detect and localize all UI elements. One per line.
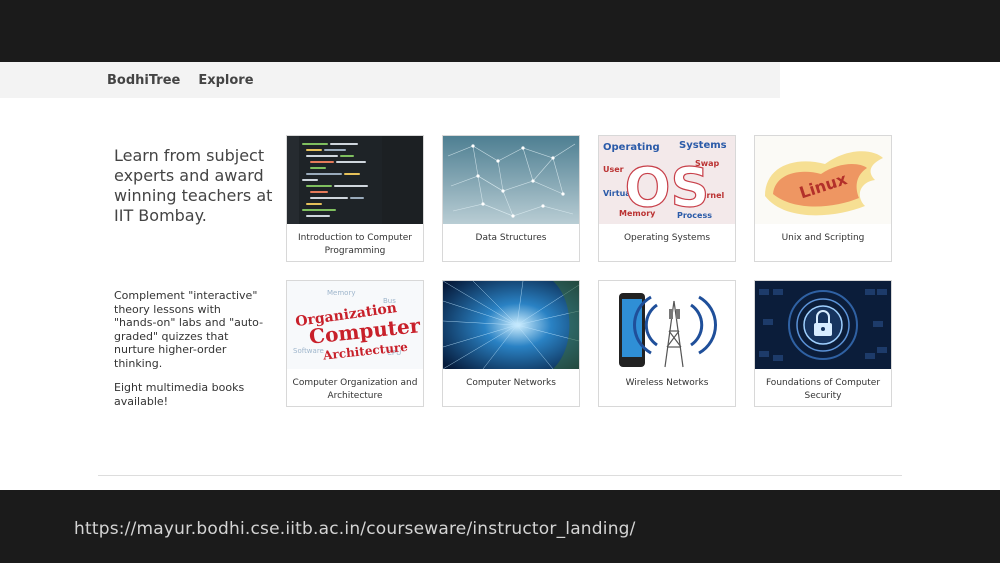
top-navbar: BodhiTree Explore <box>0 62 780 98</box>
intro-column: Learn from subject experts and award win… <box>114 146 274 226</box>
padlock-thumbnail <box>755 281 891 369</box>
books-available-note: Eight multimedia books available! <box>114 381 245 408</box>
explore-link[interactable]: Explore <box>198 73 253 88</box>
coa-wordcloud-thumbnail: Memory Bus Software CPU Organization Compu… <box>287 281 423 369</box>
data-streams-thumbnail <box>443 281 579 369</box>
course-card-computer-networks[interactable]: Computer Networks <box>442 280 580 407</box>
course-card-data-structures[interactable]: Data Structures <box>442 135 580 262</box>
phone-tower-thumbnail <box>599 281 735 369</box>
svg-text:Memory: Memory <box>327 289 355 297</box>
course-title: Data Structures <box>475 233 547 243</box>
course-title: Wireless Networks <box>625 378 709 388</box>
brand-link[interactable]: BodhiTree <box>107 73 180 88</box>
course-title: Computer Networks <box>466 378 556 388</box>
course-title: Introduction to Computer Programming <box>298 233 412 256</box>
course-title: Computer Organization and Architecture <box>292 378 418 401</box>
course-title: Unix and Scripting <box>781 233 865 243</box>
svg-text:Operating: Operating <box>603 142 660 153</box>
svg-text:Systems: Systems <box>679 140 727 151</box>
course-card-operating-systems[interactable]: Operating Systems User Swap Virtual Kern… <box>598 135 736 262</box>
course-card-computer-organization[interactable]: Memory Bus Software CPU Organization Compu… <box>286 280 424 407</box>
course-card-wireless-networks[interactable]: Wireless Networks <box>598 280 736 407</box>
os-wordcloud-thumbnail: Operating Systems User Swap Virtual Kern… <box>599 136 735 224</box>
browser-page: BodhiTree Explore <box>0 62 1000 490</box>
page-url-caption: https://mayur.bodhi.cse.iitb.ac.in/cours… <box>74 519 636 539</box>
course-card-intro-programming[interactable]: Introduction to Computer Programming <box>286 135 424 262</box>
slide-top-band <box>0 0 1000 64</box>
os-art-text: OS <box>625 156 710 219</box>
linux-wordcloud-thumbnail: Linux <box>755 136 891 224</box>
network-graph-thumbnail <box>443 136 579 224</box>
content-divider <box>98 475 902 476</box>
svg-text:User: User <box>603 165 624 174</box>
course-title: Operating Systems <box>623 233 711 243</box>
svg-text:Software: Software <box>293 347 324 355</box>
code-editor-thumbnail <box>287 136 423 224</box>
course-card-security[interactable]: Foundations of Computer Security <box>754 280 892 407</box>
course-title: Foundations of Computer Security <box>765 378 881 401</box>
intro-headline: Learn from subject experts and award win… <box>114 146 273 225</box>
intro-paragraph: Complement "interactive" theory lessons … <box>114 289 264 370</box>
course-card-unix[interactable]: Linux Unix and Scripting <box>754 135 892 262</box>
